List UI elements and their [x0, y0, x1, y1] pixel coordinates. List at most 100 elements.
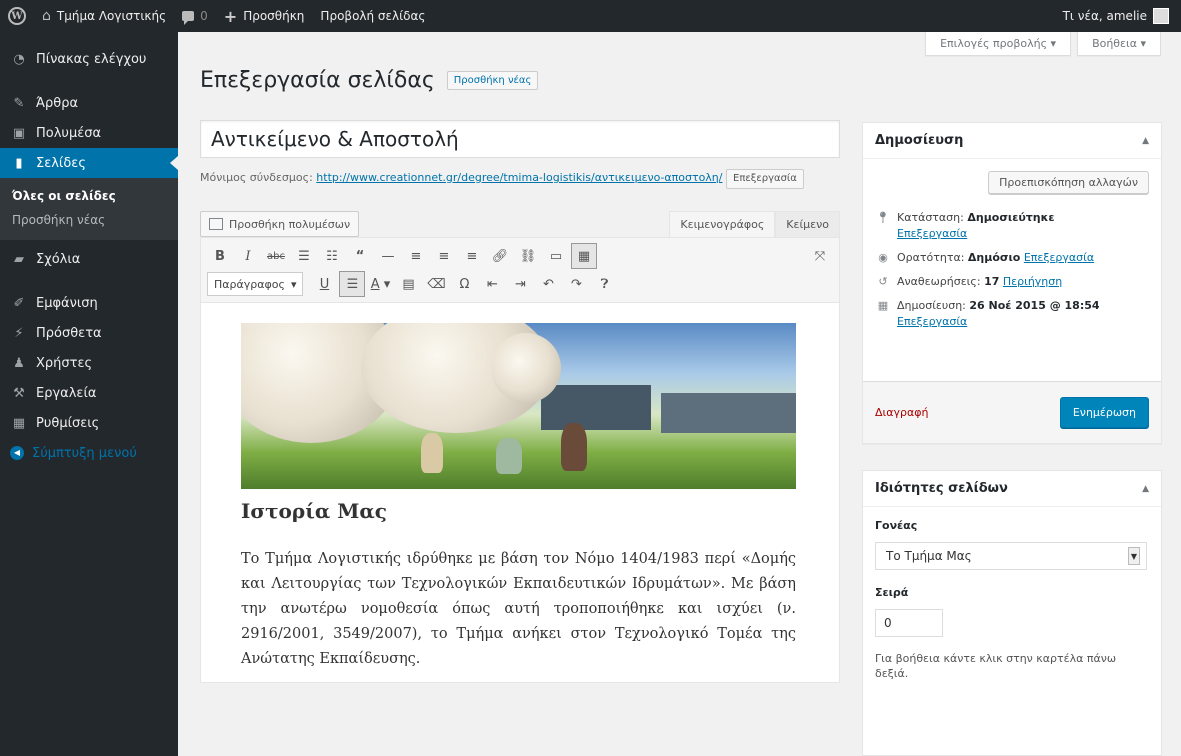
undo-button[interactable]: ↶	[535, 271, 561, 297]
sidebar-item-label: Εμφάνιση	[36, 295, 98, 311]
publish-major-actions: Διαγραφή Ενημέρωση	[863, 381, 1161, 443]
status-value: Δημοσιεύτηκε	[967, 211, 1055, 224]
permalink-box: Μόνιμος σύνδεσμος: http://www.creationne…	[200, 168, 820, 189]
format-select[interactable]: Παράγραφος ▾	[207, 272, 304, 296]
sidebar-item-users[interactable]: ♟ Χρήστες	[0, 348, 178, 378]
collapse-arrow-icon[interactable]: ▲	[1142, 484, 1149, 494]
dashboard-icon: ◔	[13, 51, 25, 67]
help-icon[interactable]: ❓︎	[591, 271, 617, 297]
blockquote-button[interactable]: “	[347, 243, 373, 269]
align-center-button[interactable]: ≡	[431, 243, 457, 269]
help-label: Βοήθεια	[1092, 37, 1137, 50]
sidebar-item-appearance[interactable]: ✐ Εμφάνιση	[0, 288, 178, 318]
published-edit-link[interactable]: Επεξεργασία	[897, 315, 967, 328]
sidebar-item-plugins[interactable]: ⚡ Πρόσθετα	[0, 318, 178, 348]
chevron-down-icon: ▼	[1128, 547, 1140, 565]
add-media-label: Προσθήκη πολυμέσων	[229, 217, 351, 231]
media-icon: ▣	[12, 125, 26, 141]
settings-icon: ▦	[12, 415, 26, 431]
user-icon: ♟	[13, 355, 25, 371]
page-icon: ▮	[15, 155, 23, 171]
pin-icon: 📍︎	[876, 211, 890, 224]
screen-options-tab[interactable]: Επιλογές προβολής ▾	[925, 32, 1072, 56]
indent-button[interactable]: ⇥	[507, 271, 533, 297]
outdent-button[interactable]: ⇤	[479, 271, 505, 297]
delete-link[interactable]: Διαγραφή	[875, 406, 928, 419]
justify-button[interactable]: ☰	[339, 271, 366, 297]
sidebar-item-label: Πολυμέσα	[36, 125, 102, 141]
order-input[interactable]: 0	[875, 609, 943, 637]
post-title-input[interactable]: Αντικείμενο & Αποστολή	[200, 120, 840, 158]
sidebar-item-pages[interactable]: ▮ Σελίδες	[0, 148, 178, 178]
help-tab[interactable]: Βοήθεια ▾	[1077, 32, 1161, 56]
new-content-link[interactable]: + Προσθήκη	[216, 0, 313, 32]
sidebar-item-settings[interactable]: ▦ Ρυθμίσεις	[0, 408, 178, 438]
submenu-all-pages[interactable]: Όλες οι σελίδες	[0, 184, 178, 208]
permalink-label: Μόνιμος σύνδεσμος:	[200, 171, 313, 184]
preview-changes-button[interactable]: Προεπισκόπηση αλλαγών	[988, 171, 1149, 194]
add-media-button[interactable]: Προσθήκη πολυμέσων	[200, 211, 360, 237]
fullscreen-button[interactable]: ⤧	[807, 243, 833, 269]
toolbar-toggle-button[interactable]: ▦	[571, 243, 597, 269]
page-attributes-body: Γονέας Το Τμήμα Μας ▼ Σειρά 0 Για βοήθει…	[863, 507, 1161, 693]
collapse-arrow-icon[interactable]: ▲	[1142, 136, 1149, 146]
bullet-list-button[interactable]: ☰	[291, 243, 317, 269]
insert-link-button[interactable]: 🔗︎	[487, 243, 513, 269]
tab-text[interactable]: Κείμενο	[775, 211, 840, 237]
update-button[interactable]: Ενημέρωση	[1059, 397, 1149, 428]
paste-text-button[interactable]: ▤	[395, 271, 421, 297]
visibility-edit-link[interactable]: Επεξεργασία	[1024, 251, 1094, 264]
page-attributes-box: Ιδιότητες σελίδων ▲ Γονέας Το Τμήμα Μας …	[862, 470, 1162, 756]
comments-link[interactable]: 0	[174, 0, 216, 32]
align-right-button[interactable]: ≡	[459, 243, 485, 269]
my-account-menu[interactable]: Τι νέα, amelie	[1063, 8, 1181, 24]
sidebar-item-label: Εργαλεία	[36, 385, 97, 401]
sidebar-item-label: Σχόλια	[36, 251, 81, 267]
add-new-button[interactable]: Προσθήκη νέας	[446, 70, 539, 90]
horizontal-rule-button[interactable]: —	[375, 243, 401, 269]
submenu-add-new[interactable]: Προσθήκη νέας	[0, 208, 178, 232]
sidebar-item-label: Πίνακας ελέγχου	[36, 51, 147, 67]
clear-formatting-button[interactable]: ⌫	[423, 271, 449, 297]
numbered-list-button[interactable]: ☷	[319, 243, 345, 269]
view-page-link[interactable]: Προβολή σελίδας	[312, 0, 433, 32]
sidebar-item-media[interactable]: ▣ Πολυμέσα	[0, 118, 178, 148]
redo-button[interactable]: ↷	[563, 271, 589, 297]
help-text: Για βοήθεια κάντε κλικ στην καρτέλα πάνω…	[875, 652, 1117, 680]
remove-link-button[interactable]: ⛓	[515, 243, 541, 269]
special-character-button[interactable]: Ω	[451, 271, 477, 297]
plus-icon: +	[223, 6, 238, 26]
sidebar-item-label: Ρυθμίσεις	[36, 415, 100, 431]
permalink-url-link[interactable]: http://www.creationnet.gr/degree/tmima-l…	[316, 171, 722, 184]
chevron-down-icon: ▾	[290, 277, 297, 291]
tab-visual[interactable]: Κειμενογράφος	[669, 211, 776, 237]
site-name-link[interactable]: ⌂ Τμήμα Λογιστικής	[34, 0, 174, 32]
comment-icon: ▰	[14, 251, 24, 267]
sidebar-item-tools[interactable]: ⚒ Εργαλεία	[0, 378, 178, 408]
toolbar-row-1: B I abc ☰ ☷ “ — ≡ ≡ ≡ 🔗︎ ⛓ ▭ ▦ ⤧	[207, 242, 833, 270]
editor-content-area[interactable]: Ιστορία Μας Το Τμήμα Λογιστικής ιδρύθηκε…	[200, 303, 840, 683]
revisions-browse-link[interactable]: Περιήγηση	[1003, 275, 1062, 288]
align-left-button[interactable]: ≡	[403, 243, 429, 269]
parent-select[interactable]: Το Τμήμα Μας ▼	[875, 542, 1147, 570]
read-more-button[interactable]: ▭	[543, 243, 569, 269]
publish-box-header[interactable]: Δημοσίευση ▲	[863, 123, 1161, 159]
page-attributes-header[interactable]: Ιδιότητες σελίδων ▲	[863, 471, 1161, 507]
status-edit-link[interactable]: Επεξεργασία	[897, 227, 967, 240]
strikethrough-button[interactable]: abc	[263, 243, 289, 269]
sidebar-item-comments[interactable]: ▰ Σχόλια	[0, 244, 178, 274]
screen-meta-links: Επιλογές προβολής ▾ Βοήθεια ▾	[925, 32, 1161, 56]
sidebar-item-dashboard[interactable]: ◔ Πίνακας ελέγχου	[0, 44, 178, 74]
italic-button[interactable]: I	[235, 243, 261, 269]
chevron-down-icon: ▾	[1140, 37, 1146, 50]
collapse-menu-button[interactable]: ◀ Σύμπτυξη μενού	[0, 438, 178, 468]
greeting: Τι νέα, amelie	[1062, 9, 1147, 23]
bold-button[interactable]: B	[207, 243, 233, 269]
wordpress-logo-button[interactable]: W	[0, 0, 34, 32]
sidebar-item-posts[interactable]: ✎ Άρθρα	[0, 88, 178, 118]
parent-select-value: Το Τμήμα Μας	[886, 549, 972, 563]
text-color-button[interactable]: A ▾	[367, 271, 393, 297]
underline-button[interactable]: U	[311, 271, 337, 297]
format-select-value: Παράγραφος	[214, 277, 285, 291]
permalink-edit-button[interactable]: Επεξεργασία	[726, 169, 804, 189]
